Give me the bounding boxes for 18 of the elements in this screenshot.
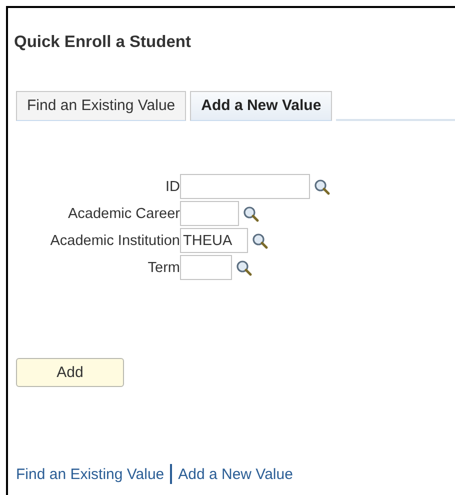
input-field[interactable]: [180, 201, 239, 226]
field-label: Term: [148, 260, 180, 276]
field-label: Academic Institution: [50, 232, 180, 248]
field-label: ID: [166, 178, 180, 194]
search-icon[interactable]: [236, 260, 252, 276]
input-field[interactable]: THEUA: [180, 228, 248, 253]
input-field[interactable]: [180, 174, 310, 199]
page-title: Quick Enroll a Student: [13, 32, 191, 52]
search-icon[interactable]: [314, 178, 330, 194]
footer-link[interactable]: Find an Existing Value: [16, 466, 164, 482]
input-field[interactable]: [180, 255, 232, 280]
search-icon[interactable]: [252, 232, 268, 248]
tab[interactable]: Add a New Value: [190, 91, 332, 121]
field-label: Academic Career: [68, 206, 180, 222]
add-button[interactable]: Add: [16, 358, 124, 387]
search-icon[interactable]: [243, 206, 259, 222]
tab[interactable]: Find an Existing Value: [16, 91, 186, 121]
footer-link[interactable]: Add a New Value: [178, 466, 293, 482]
